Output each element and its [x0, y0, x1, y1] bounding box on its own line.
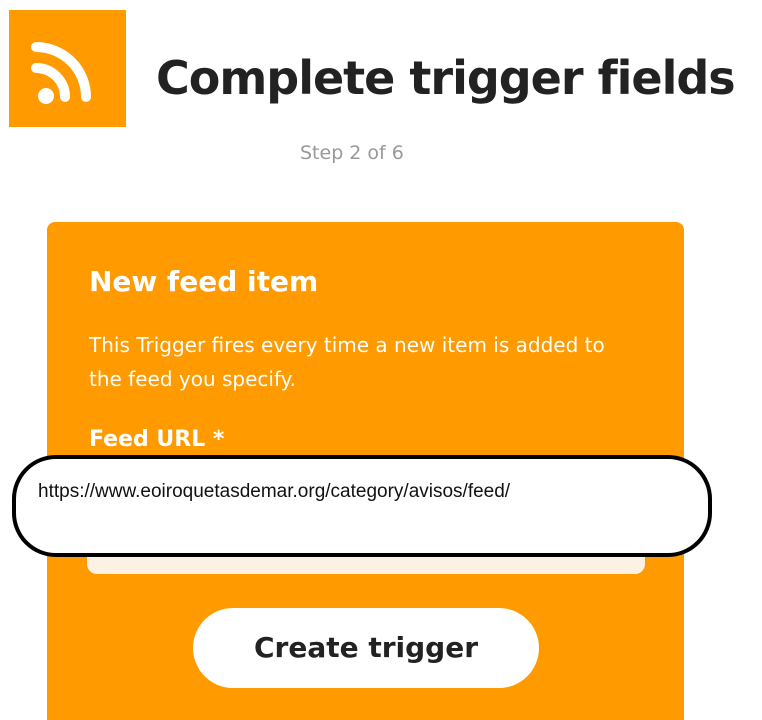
page: Complete trigger fields Step 2 of 6 New … — [0, 0, 762, 720]
feed-url-label: Feed URL * — [89, 427, 225, 452]
page-title: Complete trigger fields — [156, 51, 736, 105]
feed-url-value: https://www.eoiroquetasdemar.org/categor… — [38, 481, 511, 502]
create-trigger-label: Create trigger — [253, 631, 479, 664]
create-trigger-button[interactable]: Create trigger — [193, 608, 539, 688]
rss-feed-icon — [31, 42, 91, 104]
rss-service-tile — [9, 10, 126, 127]
feed-url-input[interactable]: https://www.eoiroquetasdemar.org/categor… — [12, 455, 712, 557]
trigger-title: New feed item — [89, 265, 319, 298]
trigger-description: This Trigger fires every time a new item… — [89, 333, 605, 391]
step-indicator: Step 2 of 6 — [300, 142, 404, 164]
